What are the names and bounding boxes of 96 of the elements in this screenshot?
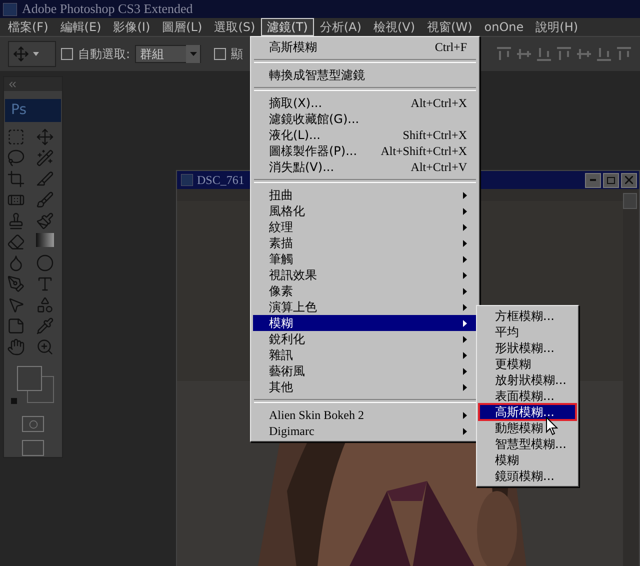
menu-item[interactable]: 鏡頭模糊...	[479, 468, 576, 484]
menu-item[interactable]: 銳利化	[253, 331, 477, 347]
menu-item[interactable]: 視窗(W)	[421, 18, 478, 36]
menu-item[interactable]: 像素	[253, 283, 477, 299]
caret-icon	[190, 52, 197, 56]
align-icon[interactable]	[616, 47, 632, 61]
menu-item[interactable]: 素描	[253, 235, 477, 251]
type-icon[interactable]	[36, 275, 54, 293]
zoom-icon[interactable]	[36, 338, 54, 356]
caret-icon	[33, 52, 39, 56]
menu-item[interactable]: 圖層(L)	[156, 18, 208, 36]
collapse-icon[interactable]	[7, 78, 18, 90]
circle-icon	[28, 420, 38, 428]
menu-item[interactable]: 濾鏡(T)	[261, 18, 314, 36]
menu-item[interactable]: 扭曲	[253, 187, 477, 203]
menu-item[interactable]: 轉換成智慧型濾鏡	[253, 67, 477, 83]
menu-item[interactable]: 視訊效果	[253, 267, 477, 283]
close-button[interactable]	[621, 172, 637, 188]
menu-item[interactable]: 說明(H)	[530, 18, 584, 36]
menu-item[interactable]: 方框模糊...	[479, 308, 576, 324]
document-icon	[181, 174, 193, 186]
menu-item[interactable]: 雜訊	[253, 347, 477, 363]
menu-item[interactable]: 檢視(V)	[367, 18, 422, 36]
menu-item[interactable]: 消失點(V)... Alt+Ctrl+V	[253, 159, 477, 175]
align-icon[interactable]	[516, 47, 532, 61]
menu-item[interactable]: 動態模糊	[479, 420, 576, 436]
move-icon	[13, 46, 29, 62]
maximize-button[interactable]	[603, 172, 619, 188]
menu-item[interactable]: 分析(A)	[314, 18, 368, 36]
maximize-icon	[607, 176, 615, 184]
menu-item[interactable]: 摘取(X)... Alt+Ctrl+X	[253, 95, 477, 111]
cursor-icon	[546, 417, 558, 436]
document-title: DSC_761	[197, 172, 244, 188]
eyedropper-icon[interactable]	[36, 317, 54, 335]
align-icon[interactable]	[596, 47, 612, 61]
dot-icon[interactable]	[36, 254, 54, 272]
marquee-icon[interactable]	[6, 128, 24, 146]
menu-item[interactable]: 藝術風	[253, 363, 477, 379]
brush-icon[interactable]	[36, 191, 54, 209]
hand-icon[interactable]	[6, 338, 24, 356]
stamp-icon[interactable]	[6, 212, 24, 230]
checkbox[interactable]	[214, 48, 226, 60]
move-icon[interactable]	[36, 128, 54, 146]
align-icon[interactable]	[576, 47, 592, 61]
align-icon[interactable]	[556, 47, 572, 61]
menu-item[interactable]: Digimarc	[253, 423, 477, 439]
menu-item[interactable]: 紋理	[253, 219, 477, 235]
checkbox-label: 自動選取:	[78, 46, 130, 62]
menu-item[interactable]: 演算上色	[253, 299, 477, 315]
menu-item[interactable]: 液化(L)... Shift+Ctrl+X	[253, 127, 477, 143]
menu-item[interactable]: 影像(I)	[107, 18, 156, 36]
menu-item[interactable]: 編輯(E)	[54, 18, 108, 36]
checkbox-label: 顯	[231, 46, 244, 62]
eraser-icon[interactable]	[6, 233, 24, 251]
menu-item[interactable]: 高斯模糊...	[479, 404, 576, 420]
lasso-icon[interactable]	[6, 149, 24, 167]
menu-item[interactable]: Alien Skin Bokeh 2	[253, 407, 477, 423]
window-title: Adobe Photoshop CS3 Extended	[22, 1, 193, 17]
checkbox[interactable]	[61, 48, 73, 60]
menu-item[interactable]: 風格化	[253, 203, 477, 219]
tool-preset-picker[interactable]	[8, 41, 56, 67]
menu-item[interactable]: 形狀模糊...	[479, 340, 576, 356]
logo: Ps	[5, 99, 61, 122]
minimize-button[interactable]	[585, 172, 601, 188]
menu-item[interactable]: 選取(S)	[208, 18, 262, 36]
screen-mode-button[interactable]	[22, 440, 44, 456]
scroll-button[interactable]	[623, 193, 637, 209]
menu-item[interactable]: 筆觸	[253, 251, 477, 267]
pointer-icon[interactable]	[6, 296, 24, 314]
knife-icon[interactable]	[36, 170, 54, 188]
note-icon[interactable]	[6, 317, 24, 335]
pen-icon[interactable]	[6, 275, 24, 293]
shapes-icon[interactable]	[36, 296, 54, 314]
quick-mask-button[interactable]	[22, 416, 44, 432]
menu-item[interactable]: 表面模糊...	[479, 388, 576, 404]
menu-item[interactable]: 高斯模糊 Ctrl+F	[253, 39, 477, 55]
menu-item[interactable]: 智慧型模糊...	[479, 436, 576, 452]
align-icon[interactable]	[496, 47, 512, 61]
menu-item[interactable]: 其他	[253, 379, 477, 395]
menu-item[interactable]: 圖樣製作器(P)... Alt+Shift+Ctrl+X	[253, 143, 477, 159]
menu-item[interactable]: 模糊	[253, 315, 477, 331]
menu-item[interactable]: 更模糊	[479, 356, 576, 372]
menu-item[interactable]: 檔案(F)	[2, 18, 54, 36]
gradient-icon[interactable]	[36, 233, 54, 247]
menu-item[interactable]: 濾鏡收藏館(G)...	[253, 111, 477, 127]
magic-wand-icon[interactable]	[36, 149, 54, 167]
menu-item[interactable]: 平均	[479, 324, 576, 340]
app-icon	[3, 2, 17, 16]
crop-icon[interactable]	[6, 170, 24, 188]
dropdown[interactable]: 群組	[135, 45, 202, 63]
minimize-icon	[590, 179, 596, 181]
menu-item[interactable]: 模糊	[479, 452, 576, 468]
close-icon	[625, 176, 633, 184]
align-icon[interactable]	[536, 47, 552, 61]
menu-item[interactable]: 放射狀模糊...	[479, 372, 576, 388]
menu-item[interactable]: onOne	[478, 18, 530, 36]
